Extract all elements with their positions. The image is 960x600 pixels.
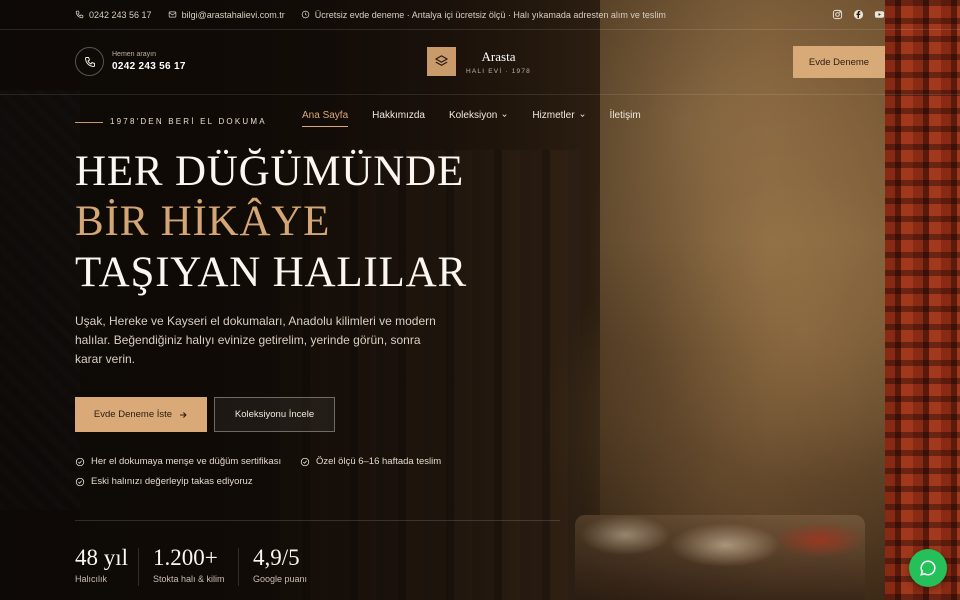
nav-item-label: İletişim <box>609 109 641 121</box>
feature-item: Özel ölçü 6–16 haftada teslim <box>300 456 441 467</box>
chevron-down-icon <box>579 113 585 117</box>
logo-name[interactable]: Arasta <box>465 49 532 65</box>
social-links <box>832 9 885 20</box>
nav-item-services[interactable]: Hizmetler <box>532 106 585 124</box>
logo-mark[interactable] <box>427 47 456 76</box>
topbar-phone-text: 0242 243 56 17 <box>89 9 152 20</box>
phone-icon <box>75 10 84 19</box>
chat-bubble-icon <box>920 560 936 576</box>
nav-item-collection[interactable]: Koleksiyon <box>449 106 508 124</box>
nav-item-label: Koleksiyon <box>448 109 498 121</box>
whatsapp-chat-button[interactable] <box>909 549 947 587</box>
hero-eyebrow: 1978'DEN BERİ EL DOKUMA <box>110 117 267 126</box>
arrow-right-icon <box>180 411 187 418</box>
browse-collection-button[interactable]: Koleksiyonu İncele <box>214 397 335 432</box>
feature-item: Her el dokumaya menşe ve düğüm sertifika… <box>75 456 281 467</box>
stat-separator <box>138 548 139 586</box>
stat-label-stock: Stokta halı & kilim <box>153 574 225 584</box>
hero-description: Uşak, Hereke ve Kayseri el dokumaları, A… <box>75 314 436 366</box>
header-divider <box>0 94 960 95</box>
check-circle-icon <box>75 457 85 466</box>
layers-icon <box>435 55 448 66</box>
topbar-notice-text: Ücretsiz evde deneme · Antalya içi ücret… <box>314 9 666 20</box>
hero-title-line-2: BİR HİKÂYE <box>75 198 331 245</box>
clock-icon <box>301 10 309 19</box>
feature-text: Özel ölçü 6–16 haftada teslim <box>316 456 442 467</box>
nav-item-about[interactable]: Hakkımızda <box>372 106 425 124</box>
topbar-email-text: bilgi@arastahalievi.com.tr <box>181 9 285 20</box>
mail-icon <box>168 11 176 18</box>
youtube-icon[interactable] <box>874 9 885 20</box>
stat-value-stock: 1.200+ <box>153 545 218 570</box>
header-phone-number[interactable]: 0242 243 56 17 <box>112 61 186 72</box>
hero-title-line-3: TAŞIYAN HALILAR <box>75 249 467 296</box>
stat-label-years: Halıcılık <box>75 574 108 584</box>
feature-text: Eski halınızı değerleyip takas ediyoruz <box>91 476 253 487</box>
nav-item-home[interactable]: Ana Sayfa <box>302 106 349 127</box>
nav-item-label: Ana Sayfa <box>302 109 349 121</box>
button-label: Evde Deneme İste <box>93 409 173 420</box>
nav-item-contact[interactable]: İletişim <box>610 106 641 124</box>
feature-item: Eski halınızı değerleyip takas ediyoruz <box>75 476 253 487</box>
nav-item-label: Hakkımızda <box>372 109 425 121</box>
request-home-trial-button[interactable]: Evde Deneme İste <box>75 397 207 432</box>
nav-item-label: Hizmetler <box>532 109 575 121</box>
feature-text: Her el dokumaya menşe ve düğüm sertifika… <box>91 456 282 467</box>
stat-label-rating: Google puanı <box>253 574 308 584</box>
facebook-icon[interactable] <box>853 9 864 20</box>
home-trial-button[interactable]: Evde Deneme <box>793 46 885 78</box>
check-circle-icon <box>75 477 85 486</box>
phone-icon <box>84 56 95 67</box>
main-nav: Ana Sayfa Hakkımızda Koleksiyon Hizmetle… <box>302 106 665 127</box>
top-info-bar: 0242 243 56 17 bilgi@arastahalievi.com.t… <box>0 0 960 30</box>
check-circle-icon <box>300 457 310 466</box>
hero-background-image <box>0 0 960 600</box>
stats-divider <box>75 520 560 521</box>
instagram-icon[interactable] <box>832 9 843 20</box>
topbar-notice: Ücretsiz evde deneme · Antalya içi ücret… <box>301 10 666 20</box>
stat-separator <box>238 548 239 586</box>
hero-title-line-1: HER DÜĞÜMÜNDE <box>75 148 465 195</box>
header-phone-button[interactable] <box>75 47 104 76</box>
header-phone-label: Hemen arayın <box>112 51 156 58</box>
stat-value-years: 48 yıl <box>75 545 129 570</box>
topbar-phone[interactable]: 0242 243 56 17 <box>75 10 152 20</box>
stat-value-rating: 4,9/5 <box>253 545 300 570</box>
eyebrow-line <box>75 122 103 123</box>
topbar-email[interactable]: bilgi@arastahalievi.com.tr <box>168 10 285 20</box>
chevron-down-icon <box>502 113 507 117</box>
logo-subtitle: HALI EVİ · 1978 <box>466 68 531 75</box>
